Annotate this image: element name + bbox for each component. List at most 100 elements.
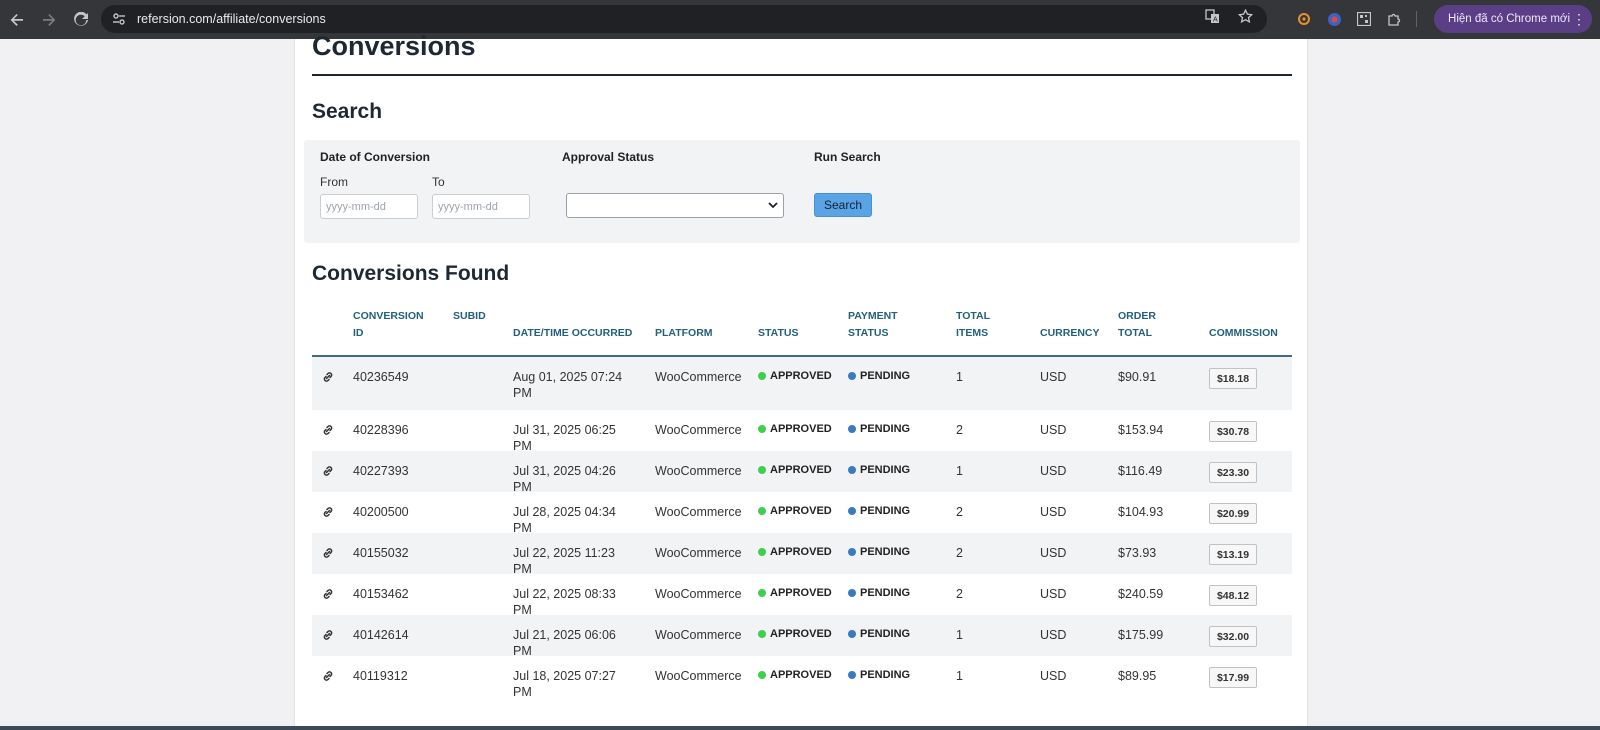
extensions-puzzle-icon[interactable] <box>1386 11 1402 27</box>
payment-status-badge: PENDING <box>848 587 910 599</box>
total-items: 2 <box>956 587 963 601</box>
status-text: APPROVED <box>770 587 832 599</box>
payment-status-badge: PENDING <box>848 546 910 558</box>
platform: WooCommerce <box>655 370 742 384</box>
payment-status-badge: PENDING <box>848 464 910 476</box>
commission-button[interactable]: $23.30 <box>1209 462 1257 483</box>
platform: WooCommerce <box>655 628 742 642</box>
link-icon[interactable] <box>322 370 334 382</box>
link-icon[interactable] <box>322 669 334 681</box>
date-of-conversion-label: Date of Conversion <box>320 150 431 164</box>
payment-status-text: PENDING <box>860 669 911 681</box>
approved-dot <box>758 671 766 679</box>
currency: USD <box>1040 505 1067 519</box>
col-platform[interactable]: PLATFORM <box>655 325 713 342</box>
datetime-occurred: Jul 28, 2025 04:34 PM <box>513 505 616 535</box>
col-currency[interactable]: CURRENCY <box>1040 325 1100 342</box>
taskbar-edge <box>0 726 1600 730</box>
order-total: $175.99 <box>1118 628 1164 642</box>
approval-status-label: Approval Status <box>562 150 655 164</box>
payment-status-text: PENDING <box>860 628 911 640</box>
payment-status-text: PENDING <box>860 587 911 599</box>
col-status[interactable]: STATUS <box>758 325 798 342</box>
approved-dot <box>758 425 766 433</box>
col-conversion-id[interactable]: CONVERSION ID <box>353 308 433 342</box>
payment-status-text: PENDING <box>860 370 911 382</box>
url-text[interactable]: refersion.com/affiliate/conversions <box>137 12 326 26</box>
status-badge: APPROVED <box>758 370 832 382</box>
extension-orange-icon[interactable] <box>1296 11 1312 27</box>
link-icon[interactable] <box>322 464 334 476</box>
total-items: 2 <box>956 423 963 437</box>
total-items: 1 <box>956 628 963 642</box>
bookmark-star-icon[interactable] <box>1237 8 1254 29</box>
commission-button[interactable]: $20.99 <box>1209 503 1257 524</box>
datetime-occurred: Jul 22, 2025 08:33 PM <box>513 587 616 617</box>
status-badge: APPROVED <box>758 669 832 681</box>
extension-qr-icon[interactable] <box>1356 11 1372 27</box>
total-items: 1 <box>956 370 963 384</box>
forward-icon[interactable] <box>34 5 64 35</box>
address-bar[interactable]: refersion.com/affiliate/conversions A <box>101 5 1267 33</box>
conversion-id: 40236549 <box>353 370 409 384</box>
col-subid[interactable]: SUBID <box>453 308 486 325</box>
run-search-label: Run Search <box>814 150 881 164</box>
status-text: APPROVED <box>770 505 832 517</box>
platform: WooCommerce <box>655 669 742 683</box>
reload-icon[interactable] <box>66 5 96 35</box>
search-panel: Date of Conversion From To yyyy-mm-dd yy… <box>304 140 1300 243</box>
commission-button[interactable]: $32.00 <box>1209 626 1257 647</box>
commission-button[interactable]: $48.12 <box>1209 585 1257 606</box>
platform: WooCommerce <box>655 423 742 437</box>
table-row: 40155032 Jul 22, 2025 11:23 PM WooCommerce… <box>312 533 1292 576</box>
site-settings-icon[interactable] <box>105 12 133 26</box>
link-icon[interactable] <box>322 423 334 435</box>
table-row: 40236549 Aug 01, 2025 07:24 PM WooCommerce… <box>312 357 1292 410</box>
col-commission[interactable]: COMMISSION <box>1209 325 1278 342</box>
back-icon[interactable] <box>2 5 32 35</box>
table-header: CONVERSION ID SUBID DATE/TIME OCCURRED P… <box>312 304 1292 357</box>
payment-status-badge: PENDING <box>848 628 910 640</box>
commission-button[interactable]: $30.78 <box>1209 421 1257 442</box>
status-text: APPROVED <box>770 423 832 435</box>
page-title: Conversions <box>312 31 476 61</box>
link-icon[interactable] <box>322 546 334 558</box>
currency: USD <box>1040 370 1067 384</box>
total-items: 2 <box>956 505 963 519</box>
approval-status-select[interactable] <box>566 193 784 218</box>
table-row: 40119312 Jul 18, 2025 07:27 PM WooCommerce… <box>312 656 1292 699</box>
to-date-input[interactable]: yyyy-mm-dd <box>432 194 530 219</box>
commission-button[interactable]: $17.99 <box>1209 667 1257 688</box>
col-total-items[interactable]: TOTAL ITEMS <box>956 308 1006 342</box>
pending-dot <box>848 466 856 474</box>
payment-status-badge: PENDING <box>848 669 910 681</box>
search-button[interactable]: Search <box>814 193 872 217</box>
platform: WooCommerce <box>655 505 742 519</box>
link-icon[interactable] <box>322 628 334 640</box>
status-text: APPROVED <box>770 546 832 558</box>
conversion-id: 40155032 <box>353 546 409 560</box>
chevron-down-icon <box>768 202 778 209</box>
link-icon[interactable] <box>322 505 334 517</box>
currency: USD <box>1040 669 1067 683</box>
chrome-update-label: Hiện đã có Chrome mới <box>1448 13 1570 25</box>
from-date-input[interactable]: yyyy-mm-dd <box>320 194 418 219</box>
translate-icon[interactable]: A <box>1205 9 1220 29</box>
col-order-total[interactable]: ORDER TOTAL <box>1118 308 1168 342</box>
datetime-occurred: Jul 31, 2025 06:25 PM <box>513 423 616 453</box>
col-datetime[interactable]: DATE/TIME OCCURRED <box>513 325 632 342</box>
total-items: 2 <box>956 546 963 560</box>
payment-status-badge: PENDING <box>848 370 910 382</box>
link-icon[interactable] <box>322 587 334 599</box>
commission-button[interactable]: $13.19 <box>1209 544 1257 565</box>
chrome-update-button[interactable]: Hiện đã có Chrome mới ⋮ <box>1434 5 1592 33</box>
commission-button[interactable]: $18.18 <box>1209 368 1257 389</box>
col-payment-status[interactable]: PAYMENT STATUS <box>848 308 918 342</box>
title-divider <box>312 74 1292 76</box>
conversions-found-heading: Conversions Found <box>312 262 510 285</box>
extension-globe-icon[interactable] <box>1326 11 1342 27</box>
currency: USD <box>1040 546 1067 560</box>
table-row: 40227393 Jul 31, 2025 04:26 PM WooCommerce… <box>312 451 1292 494</box>
status-badge: APPROVED <box>758 464 832 476</box>
more-menu-icon[interactable]: ⋮ <box>1572 11 1586 28</box>
